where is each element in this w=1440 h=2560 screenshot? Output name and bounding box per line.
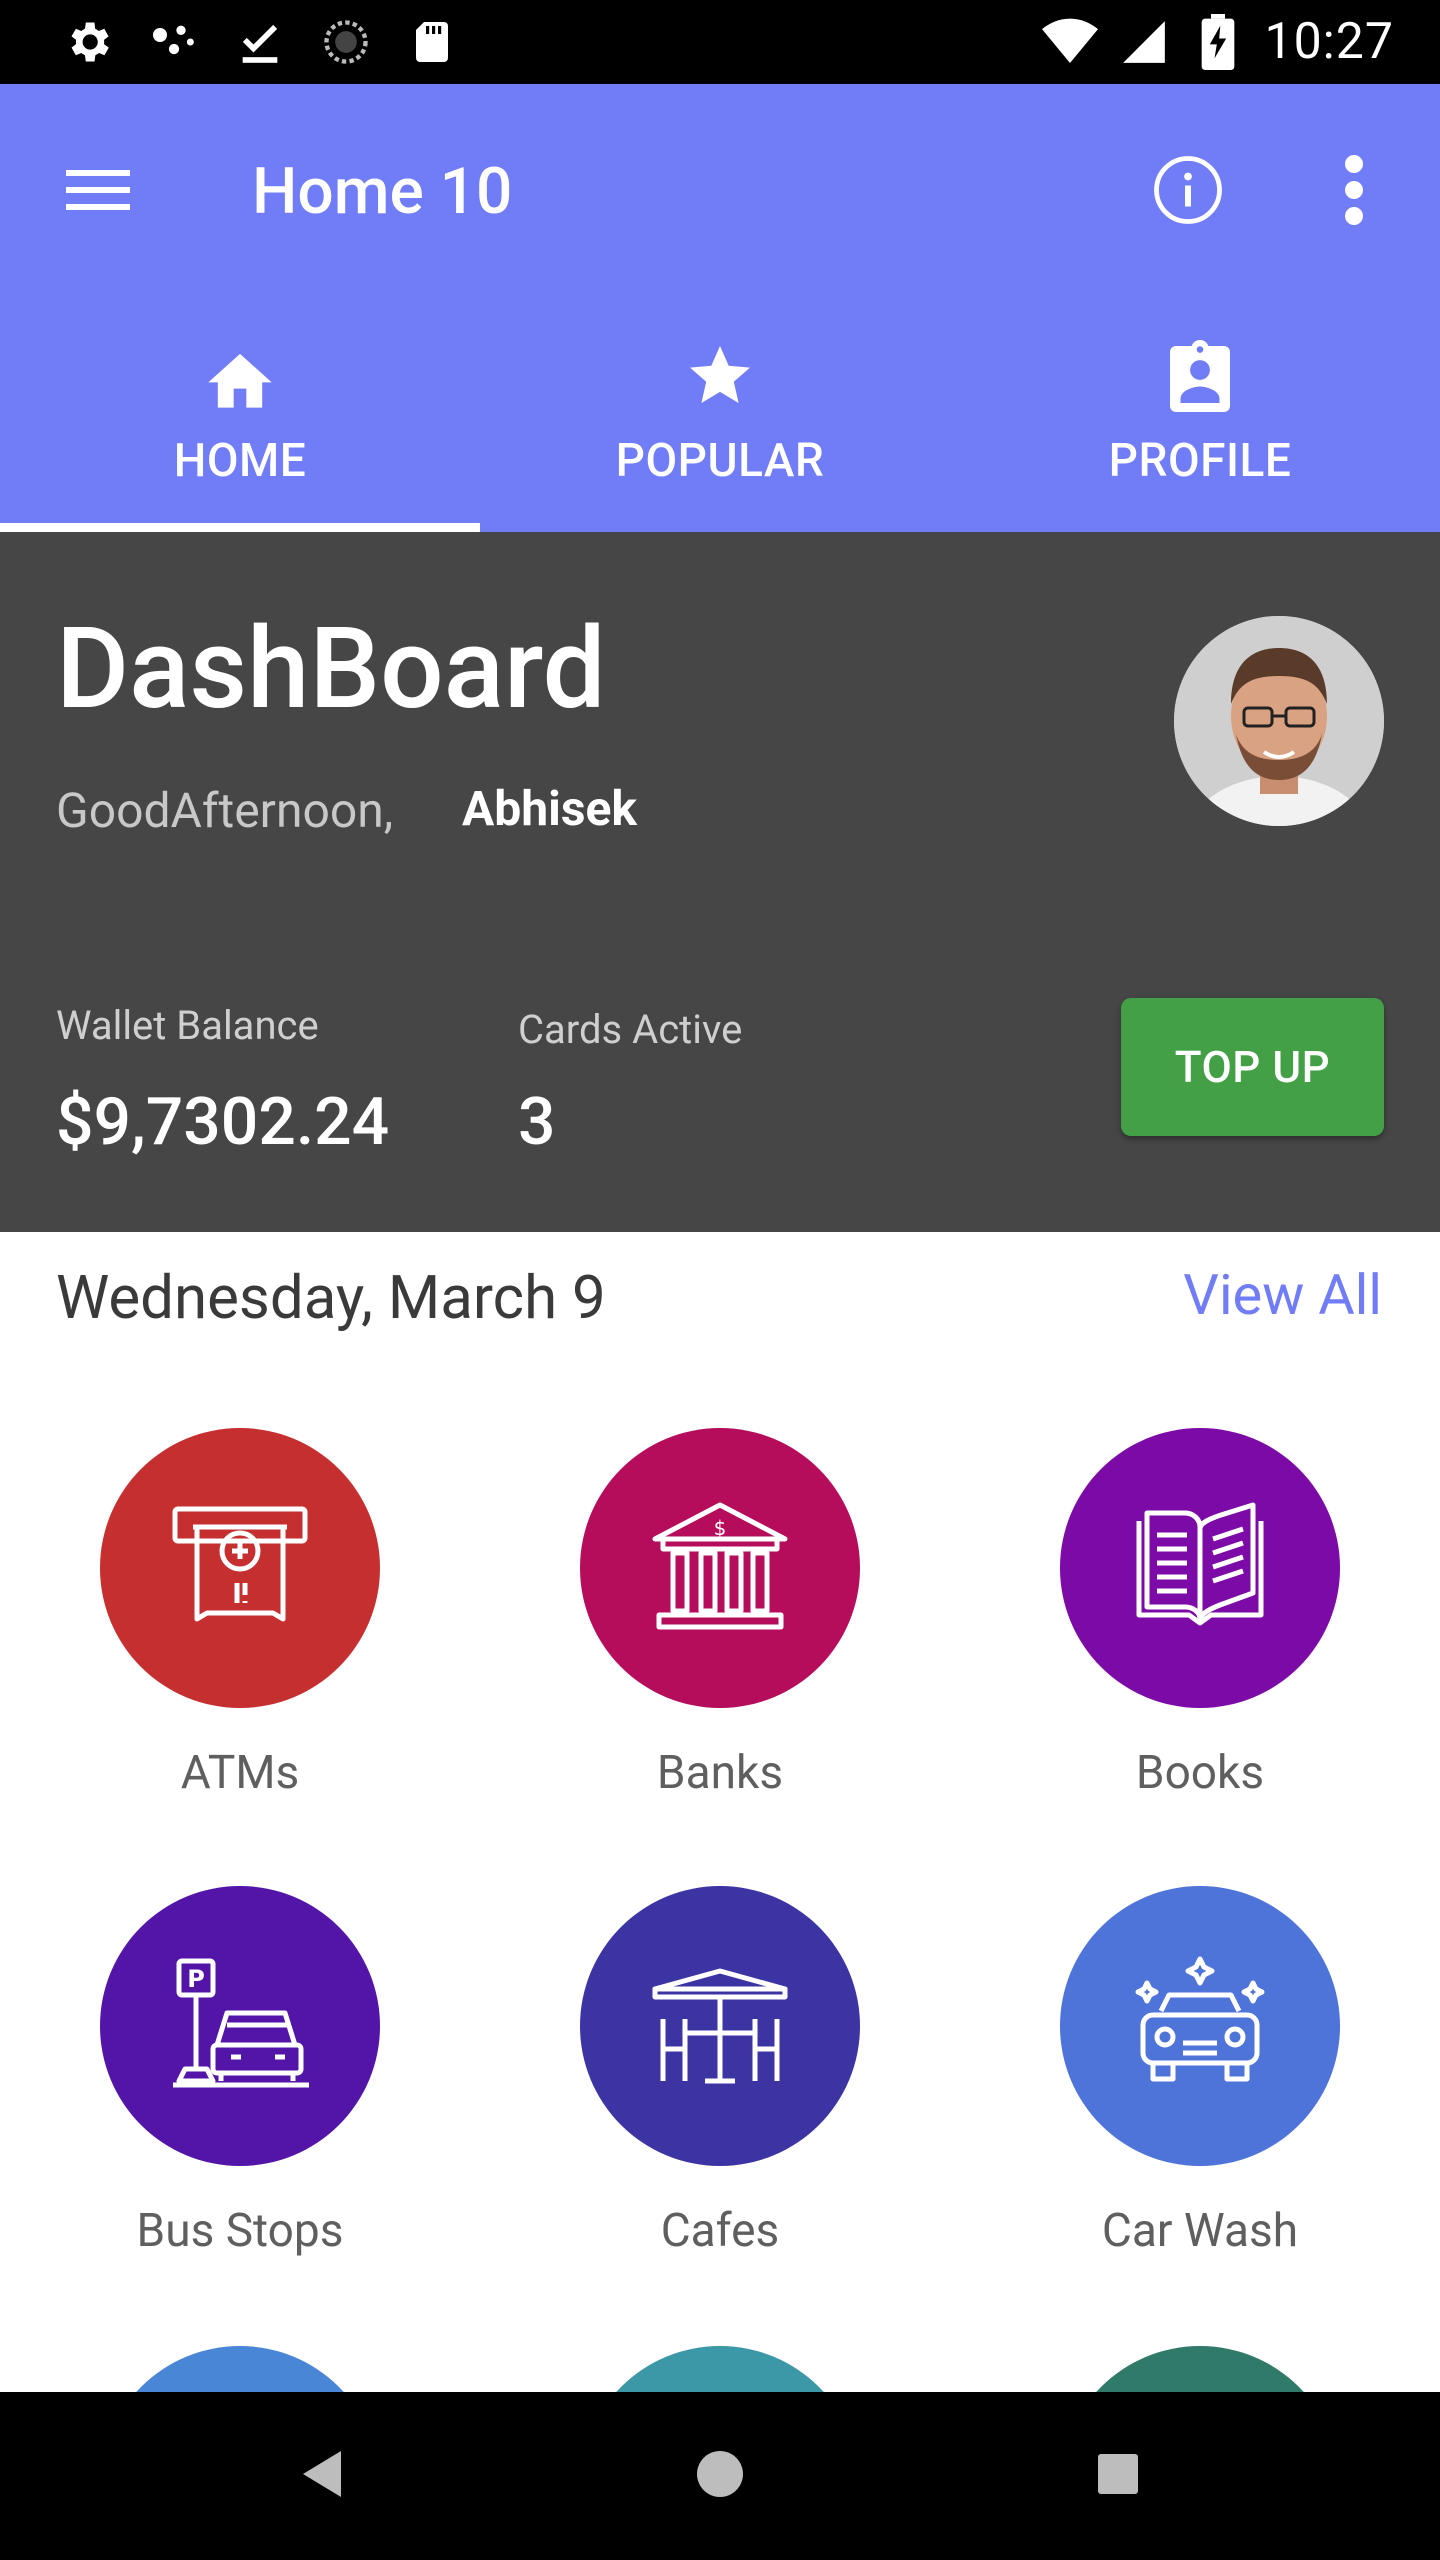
car-wash-icon — [1125, 1949, 1275, 2103]
view-all-link[interactable]: View All — [1183, 1262, 1382, 1328]
wallet-balance-label: Wallet Balance — [56, 1002, 319, 1049]
star-icon — [680, 336, 760, 416]
avatar[interactable] — [1174, 616, 1384, 826]
category-cafes[interactable]: Cafes — [480, 1886, 960, 2258]
tab-profile-label: PROFILE — [1108, 434, 1292, 488]
system-nav-bar — [0, 2392, 1440, 2560]
svg-text:P: P — [187, 1965, 205, 1993]
cards-active-label: Cards Active — [518, 1006, 743, 1053]
cards-active-value: 3 — [518, 1084, 556, 1161]
status-left-icons — [60, 14, 460, 70]
status-right-icons: 10:27 — [1042, 12, 1394, 72]
book-icon — [1125, 1491, 1275, 1645]
profile-badge-icon — [1160, 336, 1240, 416]
greeting-text: GoodAfternoon, — [56, 782, 394, 839]
category-circle[interactable] — [1060, 1428, 1340, 1708]
info-button[interactable] — [1138, 142, 1238, 242]
app-title: Home 10 — [252, 154, 513, 229]
status-bar: 10:27 — [0, 0, 1440, 84]
category-label: ATMs — [180, 1746, 300, 1800]
tab-bar: HOME POPULAR PROFILE — [0, 298, 1440, 532]
category-label: Car Wash — [1101, 2204, 1299, 2258]
signal-icon — [1116, 14, 1172, 70]
home-circle-icon — [695, 2449, 745, 2503]
dots-icon — [146, 14, 202, 70]
bank-icon: $ — [645, 1491, 795, 1645]
wallet-balance-value: $9,7302.24 — [56, 1084, 390, 1161]
username-text: Abhisek — [462, 780, 638, 837]
tab-popular-label: POPULAR — [615, 434, 825, 488]
sync-icon — [318, 14, 374, 70]
dashboard-title: DashBoard — [56, 604, 606, 735]
home-icon — [200, 336, 280, 416]
tab-popular[interactable]: POPULAR — [480, 298, 960, 532]
more-vert-icon — [1342, 154, 1366, 230]
atm-icon — [165, 1491, 315, 1645]
category-circle[interactable]: P — [100, 1886, 380, 2166]
tab-home-label: HOME — [173, 434, 307, 488]
download-done-icon — [232, 14, 288, 70]
more-options-button[interactable] — [1306, 142, 1402, 242]
tab-selected-indicator — [0, 523, 480, 532]
cafe-icon — [645, 1949, 795, 2103]
hamburger-icon — [66, 166, 130, 218]
category-circle[interactable] — [100, 1428, 380, 1708]
menu-button[interactable] — [50, 144, 146, 240]
dashboard-card: DashBoard GoodAfternoon, Abhisek Wallet … — [0, 532, 1440, 1232]
svg-text:$: $ — [714, 1516, 727, 1540]
wifi-icon — [1042, 14, 1099, 70]
back-triangle-icon — [297, 2447, 347, 2505]
status-time: 10:27 — [1264, 13, 1394, 71]
category-bus-stops[interactable]: P Bus Stops — [0, 1886, 480, 2258]
category-label: Cafes — [660, 2204, 780, 2258]
app-bar: Home 10 HOME POPULAR PROFILE — [0, 84, 1440, 532]
date-heading: Wednesday, March 9 — [56, 1262, 606, 1333]
gear-icon — [60, 14, 116, 70]
top-up-button[interactable]: TOP UP — [1121, 998, 1384, 1136]
category-label: Books — [1135, 1746, 1265, 1800]
category-label: Bus Stops — [136, 2204, 344, 2258]
battery-charging-icon — [1190, 14, 1246, 70]
category-car-wash[interactable]: Car Wash — [960, 1886, 1440, 2258]
recents-button[interactable] — [1068, 2426, 1168, 2526]
recents-square-icon — [1096, 2452, 1140, 2500]
back-button[interactable] — [272, 2426, 372, 2526]
parking-icon: P — [165, 1949, 315, 2103]
sd-card-icon — [404, 14, 460, 70]
category-atms[interactable]: ATMs — [0, 1428, 480, 1800]
category-books[interactable]: Books — [960, 1428, 1440, 1800]
tab-home[interactable]: HOME — [0, 298, 480, 532]
category-circle[interactable] — [580, 1886, 860, 2166]
category-circle[interactable] — [1060, 1886, 1340, 2166]
info-icon — [1152, 154, 1224, 230]
category-banks[interactable]: $ Banks — [480, 1428, 960, 1800]
category-label: Banks — [656, 1746, 784, 1800]
tab-profile[interactable]: PROFILE — [960, 298, 1440, 532]
home-nav-button[interactable] — [670, 2426, 770, 2526]
category-circle[interactable]: $ — [580, 1428, 860, 1708]
